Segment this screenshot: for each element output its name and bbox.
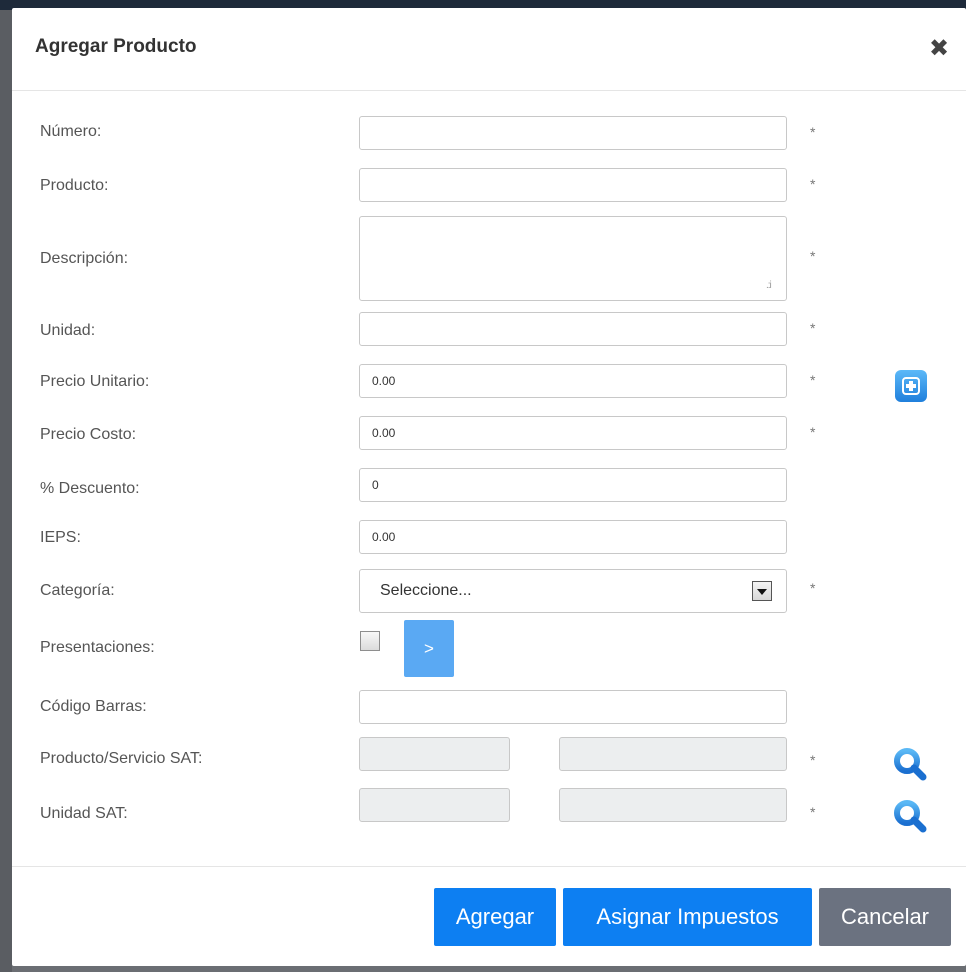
presentaciones-label: Presentaciones: [40, 639, 155, 656]
close-icon[interactable]: ✖ [926, 34, 952, 64]
descripcion-label: Descripción: [40, 250, 129, 267]
ieps-label: IEPS: [40, 529, 81, 546]
categoria-label: Categoría: [40, 582, 115, 599]
descripcion-textarea[interactable] [359, 216, 787, 301]
producto-input[interactable] [359, 168, 787, 202]
categoria-selected-value: Seleccione... [380, 582, 472, 599]
background-page [0, 0, 12, 972]
categoria-select[interactable]: Seleccione... [359, 569, 787, 613]
producto-servicio-sat-code[interactable] [359, 737, 510, 771]
precio-unitario-label: Precio Unitario: [40, 373, 150, 390]
producto-servicio-sat-description[interactable] [559, 737, 787, 771]
chevron-down-icon[interactable] [752, 581, 772, 601]
ieps-input[interactable] [359, 520, 787, 554]
numero-input[interactable] [359, 116, 787, 150]
precio-unitario-input[interactable] [359, 364, 787, 398]
producto-servicio-sat-label: Producto/Servicio SAT: [40, 750, 203, 767]
unidad-sat-description[interactable] [559, 788, 787, 822]
add-square-icon[interactable] [895, 370, 927, 402]
assign-taxes-button[interactable]: Asignar Impuestos [563, 888, 812, 946]
presentaciones-checkbox[interactable] [360, 631, 380, 651]
required-marker: * [810, 372, 816, 388]
unidad-input[interactable] [359, 312, 787, 346]
descuento-input[interactable] [359, 468, 787, 502]
search-icon[interactable] [892, 798, 928, 834]
precio-costo-input[interactable] [359, 416, 787, 450]
search-icon[interactable] [892, 746, 928, 782]
descuento-label: % Descuento: [40, 480, 140, 497]
unidad-sat-label: Unidad SAT: [40, 805, 128, 822]
producto-label: Producto: [40, 177, 109, 194]
required-marker: * [810, 124, 816, 140]
numero-label: Número: [40, 123, 102, 140]
add-button[interactable]: Agregar [434, 888, 556, 946]
required-marker: * [810, 248, 816, 264]
resize-grip-icon[interactable]: .:i [766, 280, 772, 291]
required-marker: * [810, 580, 816, 596]
required-marker: * [810, 424, 816, 440]
codigo-barras-input[interactable] [359, 690, 787, 724]
unidad-label: Unidad: [40, 322, 96, 339]
required-marker: * [810, 320, 816, 336]
required-marker: * [810, 176, 816, 192]
footer-divider [12, 866, 966, 867]
unidad-sat-code[interactable] [359, 788, 510, 822]
add-product-dialog: Agregar Producto ✖ Número: * Producto: *… [12, 8, 966, 966]
precio-costo-label: Precio Costo: [40, 426, 137, 443]
presentaciones-open-button[interactable]: > [404, 620, 454, 677]
cancel-button[interactable]: Cancelar [819, 888, 951, 946]
required-marker: * [810, 752, 816, 768]
codigo-barras-label: Código Barras: [40, 698, 147, 715]
required-marker: * [810, 804, 816, 820]
dialog-header: Agregar Producto ✖ [12, 8, 966, 91]
dialog-title: Agregar Producto [35, 36, 197, 57]
